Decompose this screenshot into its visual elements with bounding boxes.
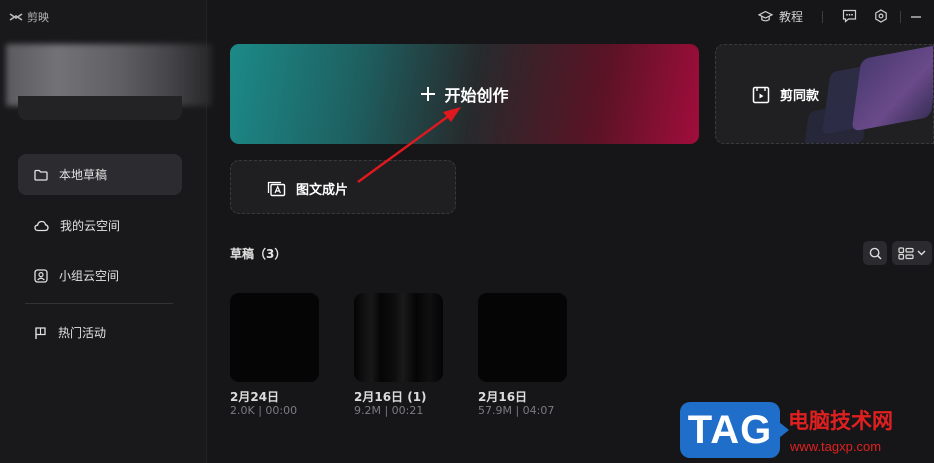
chevron-down-icon bbox=[917, 250, 926, 256]
topbar-separator bbox=[900, 11, 901, 23]
draft-thumbnail[interactable] bbox=[230, 293, 319, 382]
sidebar-item-team-cloud[interactable]: 小组云空间 bbox=[18, 255, 182, 296]
draft-meta: 2.0K | 00:00 bbox=[230, 404, 298, 417]
message-icon bbox=[842, 9, 857, 23]
image-text-label: 图文成片 bbox=[296, 183, 349, 198]
start-creation-button[interactable]: 开始创作 bbox=[230, 44, 699, 144]
watermark-url: www.tagxp.com bbox=[790, 439, 882, 454]
watermark-title: 电脑技术网 bbox=[788, 409, 893, 433]
sidebar-item-my-cloud[interactable]: 我的云空间 bbox=[18, 205, 182, 246]
sidebar-item-label: 热门活动 bbox=[58, 326, 107, 340]
watermark-tag-logo: TAG bbox=[680, 402, 789, 458]
settings-button[interactable] bbox=[874, 9, 888, 23]
capcut-logo-icon bbox=[9, 13, 23, 21]
tutorial-label: 教程 bbox=[779, 10, 804, 24]
view-mode-toggle[interactable] bbox=[892, 241, 932, 265]
minimize-icon bbox=[911, 16, 921, 18]
team-space-icon bbox=[34, 268, 48, 283]
start-creation-label: 开始创作 bbox=[444, 86, 509, 105]
same-style-template-card[interactable]: 剪同款 bbox=[715, 44, 934, 144]
plus-icon bbox=[421, 87, 436, 101]
cloud-icon bbox=[34, 220, 49, 231]
flag-icon bbox=[35, 326, 46, 339]
same-style-label: 剪同款 bbox=[780, 89, 820, 104]
image-text-icon bbox=[267, 181, 286, 196]
drafts-section-title: 草稿（3） bbox=[230, 247, 287, 261]
topbar-separator bbox=[822, 11, 823, 23]
sidebar-item-label: 本地草稿 bbox=[59, 168, 108, 182]
settings-gear-icon bbox=[875, 9, 887, 23]
same-style-label-group: 剪同款 bbox=[752, 85, 819, 104]
sidebar-item-label: 我的云空间 bbox=[60, 219, 121, 233]
tutorial-button[interactable]: 教程 bbox=[758, 8, 803, 25]
sidebar-item-hot-events[interactable]: 热门活动 bbox=[18, 312, 182, 353]
draft-title[interactable]: 2月16日 bbox=[478, 388, 527, 405]
app-logo-text: 剪映 bbox=[27, 11, 49, 24]
draft-meta: 9.2M | 00:21 bbox=[354, 404, 424, 417]
message-button[interactable] bbox=[842, 9, 857, 23]
sidebar-item-local-drafts[interactable]: 本地草稿 bbox=[18, 154, 182, 195]
search-drafts-button[interactable] bbox=[863, 241, 887, 265]
graduation-cap-icon bbox=[758, 10, 773, 22]
folder-icon bbox=[34, 169, 48, 181]
image-text-label-group: 图文成片 bbox=[267, 179, 348, 198]
minimize-button[interactable] bbox=[910, 9, 922, 23]
template-clip-icon bbox=[752, 86, 770, 103]
site-watermark: TAG 电脑技术网 www.tagxp.com bbox=[676, 399, 934, 463]
template-decoration bbox=[851, 45, 933, 132]
draft-title[interactable]: 2月16日 (1) bbox=[354, 388, 427, 405]
app-logo: 剪映 bbox=[9, 9, 49, 25]
draft-title[interactable]: 2月24日 bbox=[230, 388, 279, 405]
draft-meta: 57.9M | 04:07 bbox=[478, 404, 555, 417]
draft-thumbnail[interactable] bbox=[478, 293, 567, 382]
sidebar-item-label: 小组云空间 bbox=[59, 269, 120, 283]
sidebar-divider bbox=[25, 303, 173, 304]
image-text-video-card[interactable]: 图文成片 bbox=[230, 160, 456, 214]
sidebar: 剪映 本地草稿 我的云空间 小组云空间 热门活动 bbox=[0, 0, 212, 463]
grid-view-icon bbox=[898, 246, 914, 260]
profile-card[interactable] bbox=[18, 96, 182, 120]
search-icon bbox=[869, 247, 882, 260]
draft-thumbnail[interactable] bbox=[354, 293, 443, 382]
